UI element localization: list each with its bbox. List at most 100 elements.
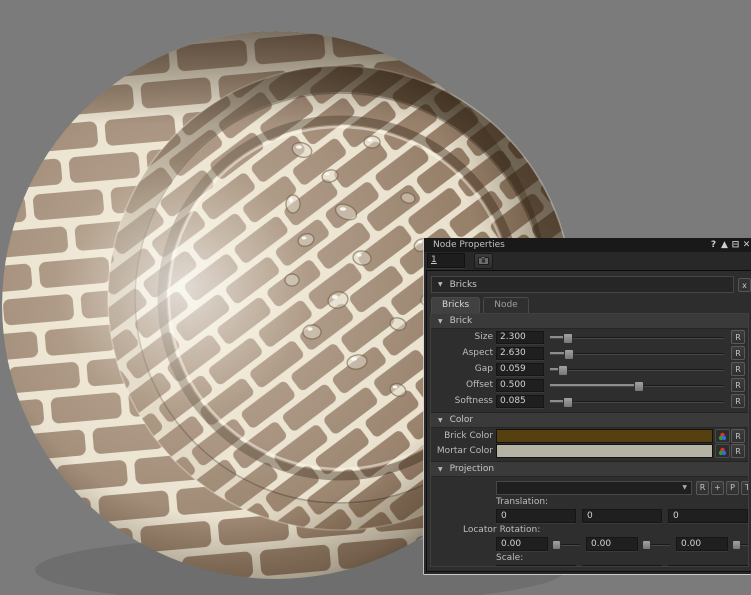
slider-handle[interactable] (732, 540, 741, 550)
panel-titlebar[interactable]: Node Properties ? ▲ ⊟ ✕ (424, 238, 751, 252)
reset-button[interactable]: R (696, 481, 709, 495)
reset-button[interactable]: R (731, 330, 745, 344)
reset-button[interactable]: R (731, 362, 745, 376)
slider-fill (550, 384, 638, 386)
section-header-projection[interactable]: ▼ Projection (431, 461, 748, 477)
property-row-size: Size 2.300 R (431, 329, 748, 345)
slider-track (550, 337, 724, 338)
property-label: Aspect (431, 348, 493, 358)
reset-button[interactable]: R (731, 346, 745, 360)
translation-y-field[interactable]: 0 (582, 509, 662, 523)
panel-toolbar: 1 (424, 252, 751, 269)
slider-track (550, 369, 724, 370)
slider-handle[interactable] (634, 381, 644, 392)
node-name-header[interactable]: ▼ Bricks (431, 276, 734, 293)
panel-body: ▼ Bricks x Bricks Node ▼ Brick Size 2.30… (426, 270, 751, 572)
reset-button[interactable]: R (731, 394, 745, 408)
rotation-z-field[interactable]: 0.00 (676, 537, 728, 551)
slider-track (550, 353, 724, 354)
scale-x-field[interactable]: 1 (496, 565, 576, 567)
reset-button[interactable]: R (731, 429, 745, 443)
index-field[interactable]: 1 (427, 253, 465, 268)
panel-title: Node Properties (433, 240, 505, 250)
reset-button[interactable]: R (731, 378, 745, 392)
property-label: Gap (431, 364, 493, 374)
property-row-brick-color: Brick Color R (431, 429, 748, 443)
section-label: Brick (450, 316, 473, 326)
projection-dropdown[interactable]: ▼ (496, 481, 692, 495)
slider-track (550, 401, 724, 402)
collapse-arrow-icon: ▼ (438, 318, 443, 325)
scale-y-field[interactable]: 1 (582, 565, 662, 567)
slider-handle[interactable] (564, 349, 574, 360)
translation-fields: 0 0 0 (496, 509, 748, 523)
softness-value-field[interactable]: 0.085 (496, 395, 544, 408)
rotation-label: LocatorRotation: (463, 525, 748, 536)
projection-buttons: R + P T (696, 481, 749, 495)
rotation-fields: 0.00 0.00 0.00 (496, 537, 748, 551)
color-picker-icon (718, 432, 727, 441)
property-row-gap: Gap 0.059 R (431, 361, 748, 377)
node-properties-panel: Node Properties ? ▲ ⊟ ✕ 1 ▼ Bricks x Bri… (424, 238, 751, 574)
property-label: Offset (431, 380, 493, 390)
aspect-slider[interactable] (550, 347, 724, 360)
translation-z-field[interactable]: 0 (668, 509, 748, 523)
rotation-x-cell: 0.00 (496, 537, 580, 551)
locator-label: Locator (463, 525, 497, 535)
property-label: Mortar Color (431, 446, 493, 456)
aspect-value-field[interactable]: 2.630 (496, 347, 544, 360)
slider-handle[interactable] (563, 397, 573, 408)
slider-handle[interactable] (563, 333, 573, 344)
slider-handle[interactable] (642, 540, 651, 550)
node-name-label: Bricks (450, 280, 477, 290)
section-label: Color (450, 415, 474, 425)
t-button[interactable]: T (741, 481, 749, 495)
size-slider[interactable] (550, 331, 724, 344)
tab-node[interactable]: Node (483, 297, 529, 313)
rotation-y-field[interactable]: 0.00 (586, 537, 638, 551)
section-header-brick[interactable]: ▼ Brick (431, 314, 748, 329)
node-close-button[interactable]: x (738, 278, 751, 292)
titlebar-icons: ? ▲ ⊟ ✕ (709, 238, 751, 252)
scale-fields: 1 1 1 (496, 565, 748, 567)
offset-value-field[interactable]: 0.500 (496, 379, 544, 392)
projection-dropdown-row: ▼ R + P T (431, 480, 748, 495)
gap-slider[interactable] (550, 363, 724, 376)
minimize-icon[interactable]: ⊟ (731, 238, 740, 252)
size-value-field[interactable]: 2.300 (496, 331, 544, 344)
collapse-icon[interactable]: ▲ (720, 238, 729, 252)
camera-icon (478, 256, 489, 265)
rotation-x-slider[interactable] (552, 539, 580, 550)
translation-x-field[interactable]: 0 (496, 509, 576, 523)
color-picker-button[interactable] (715, 429, 730, 443)
add-button[interactable]: + (711, 481, 724, 495)
color-picker-button[interactable] (715, 444, 730, 458)
reset-button[interactable]: R (731, 444, 745, 458)
snapshot-button[interactable] (474, 253, 493, 269)
offset-slider[interactable] (550, 379, 724, 392)
softness-slider[interactable] (550, 395, 724, 408)
slider-handle[interactable] (558, 365, 568, 376)
color-picker-icon (718, 447, 727, 456)
slider-handle[interactable] (552, 540, 561, 550)
help-icon[interactable]: ? (709, 238, 718, 252)
mortar-color-swatch[interactable] (496, 444, 713, 458)
gap-value-field[interactable]: 0.059 (496, 363, 544, 376)
close-icon[interactable]: ✕ (742, 238, 751, 252)
property-label: Softness (431, 396, 493, 406)
tab-bricks[interactable]: Bricks (431, 297, 480, 313)
scale-z-field[interactable]: 1 (668, 565, 748, 567)
rotation-label-text: Rotation: (500, 525, 541, 535)
rotation-x-field[interactable]: 0.00 (496, 537, 548, 551)
translation-label: Translation: (496, 497, 748, 508)
rotation-z-slider[interactable] (732, 539, 749, 550)
property-row-aspect: Aspect 2.630 R (431, 345, 748, 361)
property-row-mortar-color: Mortar Color R (431, 444, 748, 458)
collapse-arrow-icon[interactable]: ▼ (438, 281, 443, 288)
section-header-color[interactable]: ▼ Color (431, 412, 748, 428)
p-button[interactable]: P (726, 481, 739, 495)
brick-color-swatch[interactable] (496, 429, 713, 443)
rotation-y-slider[interactable] (642, 539, 670, 550)
rotation-z-cell: 0.00 (676, 537, 749, 551)
property-row-offset: Offset 0.500 R (431, 377, 748, 393)
